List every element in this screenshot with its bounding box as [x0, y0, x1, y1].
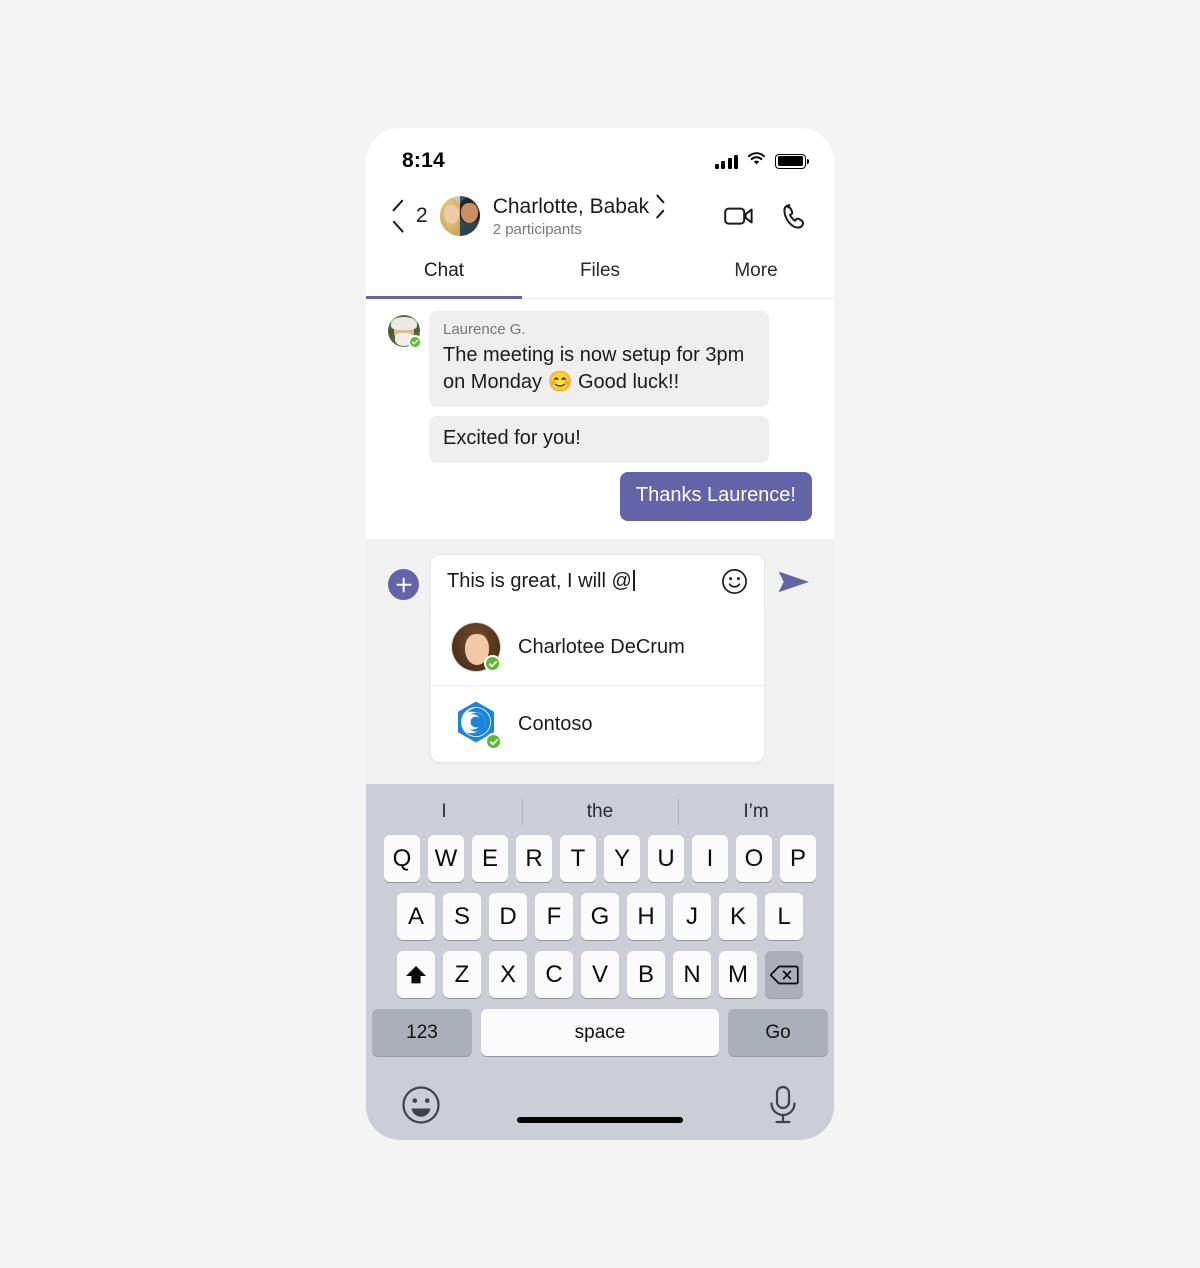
group-avatar[interactable] [439, 196, 480, 236]
numbers-key[interactable]: 123 [372, 1009, 472, 1057]
backspace-icon[interactable] [765, 951, 803, 999]
tab-chat[interactable]: Chat [366, 250, 522, 299]
chat-header-actions [724, 203, 808, 230]
key-a[interactable]: A [397, 893, 435, 941]
chat-title: Charlotte, Babak [492, 194, 650, 218]
message-input-box[interactable]: This is great, I will @ [431, 555, 764, 610]
prediction-1[interactable]: I [366, 801, 522, 823]
key-f[interactable]: F [535, 893, 573, 941]
keyboard-row-3: Z X C V B N M [366, 951, 834, 999]
key-y[interactable]: Y [604, 835, 640, 883]
key-m[interactable]: M [719, 951, 757, 999]
mention-suggestion-item[interactable]: Charlotee DeCrum [431, 609, 764, 685]
space-key[interactable]: space [481, 1009, 719, 1057]
key-x[interactable]: X [489, 951, 527, 999]
message-bubble-outgoing[interactable]: Thanks Laurence! [619, 472, 812, 522]
predictive-text-bar: I the I’m [366, 788, 834, 835]
on-screen-keyboard: I the I’m Q W E R T Y U I O P A S D F G … [366, 784, 834, 1140]
chat-participants-count: 2 participants [492, 220, 582, 238]
key-l[interactable]: L [765, 893, 803, 941]
key-r[interactable]: R [516, 835, 552, 883]
key-p[interactable]: P [780, 835, 816, 883]
mention-suggestion-name: Contoso [518, 712, 593, 735]
avatar-half-charlotte [439, 196, 460, 236]
page-root: 8:14 2 Charlotte, Babak 2 participants C… [0, 0, 1200, 1268]
message-text: The meeting is now setup for 3pm on Mond… [443, 344, 745, 394]
keyboard-bottom-bar [366, 1056, 834, 1140]
mention-suggestion-item[interactable]: Contoso [431, 685, 764, 762]
text-caret [632, 570, 635, 592]
wifi-icon [747, 151, 766, 171]
key-j[interactable]: J [673, 893, 711, 941]
key-h[interactable]: H [627, 893, 665, 941]
presence-available-badge [484, 655, 501, 673]
send-arrow-icon[interactable] [776, 567, 812, 602]
laurence-avatar[interactable] [388, 315, 422, 349]
home-indicator [517, 1117, 683, 1123]
avatar-half-babak [459, 196, 480, 236]
message-bubble[interactable]: Excited for you! [429, 416, 769, 464]
back-count-label: 2 [416, 204, 428, 227]
microphone-icon[interactable] [766, 1084, 800, 1131]
key-b[interactable]: B [627, 951, 665, 999]
message-row-incoming: Laurence G. The meeting is now setup for… [388, 311, 812, 464]
signal-bars-icon [714, 154, 738, 169]
key-n[interactable]: N [673, 951, 711, 999]
key-z[interactable]: Z [443, 951, 481, 999]
status-bar-clock: 8:14 [402, 149, 445, 172]
mention-suggestion-list: Charlotee DeCrum Contoso [431, 609, 764, 763]
back-button[interactable]: 2 [392, 204, 428, 228]
prediction-2[interactable]: the [522, 801, 678, 823]
phone-frame: 8:14 2 Charlotte, Babak 2 participants C… [366, 128, 834, 1140]
keyboard-row-1: Q W E R T Y U I O P [366, 835, 834, 883]
tab-files[interactable]: Files [522, 250, 678, 298]
tab-more[interactable]: More [678, 250, 834, 298]
key-e[interactable]: E [472, 835, 508, 883]
shift-arrow-icon[interactable] [397, 951, 435, 999]
key-w[interactable]: W [428, 835, 464, 883]
key-g[interactable]: G [581, 893, 619, 941]
prediction-3[interactable]: I’m [678, 801, 834, 823]
key-k[interactable]: K [719, 893, 757, 941]
key-q[interactable]: Q [384, 835, 420, 883]
key-o[interactable]: O [736, 835, 772, 883]
key-s[interactable]: S [443, 893, 481, 941]
key-d[interactable]: D [489, 893, 527, 941]
chevron-right-icon [656, 199, 665, 215]
key-c[interactable]: C [535, 951, 573, 999]
chevron-left-icon [392, 205, 405, 228]
composer-stack: This is great, I will @ Charlotee DeCrum… [431, 555, 764, 763]
presence-available-badge [408, 335, 422, 349]
smiley-face-icon[interactable] [721, 568, 748, 595]
charlotee-avatar [451, 622, 501, 673]
go-key[interactable]: Go [728, 1009, 828, 1057]
message-input-field[interactable]: This is great, I will @ [447, 570, 711, 593]
add-attachment-button[interactable] [388, 569, 419, 601]
message-composer: This is great, I will @ Charlotee DeCrum… [366, 539, 834, 785]
chat-header: 2 Charlotte, Babak 2 participants [366, 184, 834, 250]
status-bar-icons [714, 151, 810, 171]
battery-icon [775, 153, 810, 169]
keyboard-row-2: A S D F G H J K L [366, 893, 834, 941]
message-list: Laurence G. The meeting is now setup for… [366, 299, 834, 540]
message-sender-name: Laurence G. [443, 321, 526, 338]
mention-suggestion-name: Charlotee DeCrum [518, 635, 685, 658]
keyboard-row-4: 123 space Go [366, 1009, 834, 1057]
chat-title-block[interactable]: Charlotte, Babak 2 participants [493, 195, 724, 238]
message-input-value: This is great, I will @ [447, 570, 632, 593]
message-bubble[interactable]: Laurence G. The meeting is now setup for… [429, 311, 769, 408]
message-row-outgoing: Thanks Laurence! [388, 472, 812, 522]
contoso-logo-icon [451, 699, 502, 751]
emoji-keyboard-icon[interactable] [400, 1084, 442, 1131]
status-bar: 8:14 [366, 128, 834, 184]
key-v[interactable]: V [581, 951, 619, 999]
phone-icon[interactable] [782, 203, 808, 230]
video-camera-icon[interactable] [724, 205, 754, 227]
key-t[interactable]: T [560, 835, 596, 883]
chat-tabs: Chat Files More [366, 250, 834, 299]
key-u[interactable]: U [648, 835, 684, 883]
key-i[interactable]: I [692, 835, 728, 883]
